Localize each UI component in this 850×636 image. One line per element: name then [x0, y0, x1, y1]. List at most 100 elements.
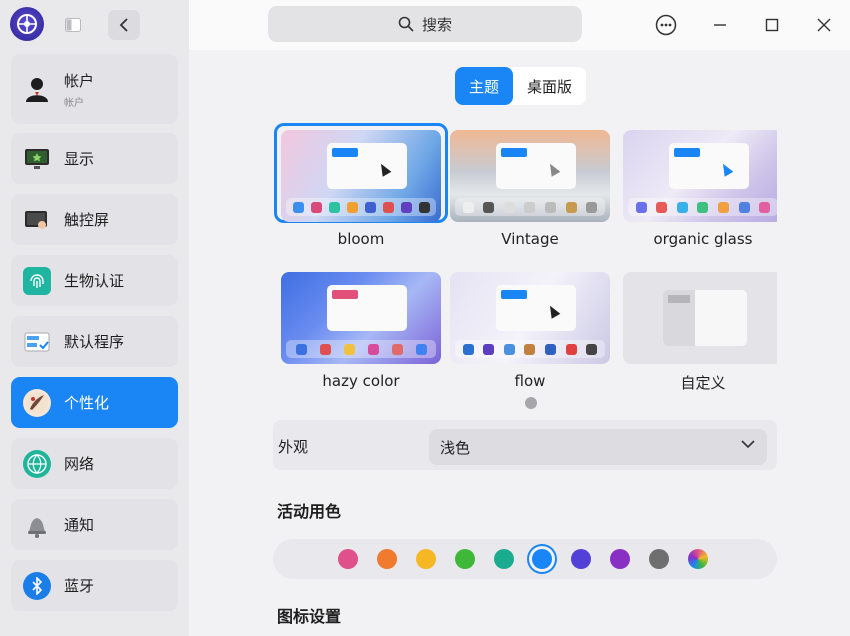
- default-apps-icon: [23, 328, 51, 356]
- sidebar-nav: 帐户 帐户 显示 触控屏 生物认证 默认程序 个性化 网络 通知 蓝牙: [11, 54, 178, 621]
- preview-window: [663, 290, 747, 346]
- preview-window: [669, 143, 749, 189]
- accent-swatch-green[interactable]: [455, 549, 475, 569]
- close-icon: [817, 18, 831, 32]
- sidebar-item-account[interactable]: 帐户 帐户: [11, 54, 178, 124]
- more-options-button[interactable]: [652, 11, 680, 39]
- display-icon: [23, 145, 51, 173]
- search-input[interactable]: 搜索: [268, 6, 582, 42]
- chevron-down-icon: [741, 440, 755, 449]
- sidebar-item-display[interactable]: 显示: [11, 133, 178, 184]
- back-button[interactable]: [108, 10, 140, 40]
- icon-settings-title: 图标设置: [277, 607, 342, 626]
- theme-thumbnail: [281, 130, 441, 222]
- preview-dock: [455, 340, 605, 358]
- theme-card-bloom[interactable]: bloom: [274, 123, 448, 248]
- accent-color-title: 活动用色: [277, 502, 342, 521]
- theme-card-custom[interactable]: 自定义: [619, 268, 777, 392]
- preview-dock: [286, 198, 436, 216]
- sidebar-toggle-icon[interactable]: [62, 14, 84, 36]
- appearance-select[interactable]: 浅色: [429, 429, 767, 465]
- close-button[interactable]: [810, 11, 838, 39]
- control-center-logo-icon: [10, 7, 44, 41]
- sidebar-item-notifications[interactable]: 通知: [11, 499, 178, 550]
- theme-card-flow[interactable]: flow: [446, 268, 614, 390]
- sidebar-item-biometrics[interactable]: 生物认证: [11, 255, 178, 306]
- theme-thumbnail: [281, 272, 441, 364]
- theme-thumbnail: [450, 272, 610, 364]
- titlebar: 搜索: [189, 0, 850, 50]
- theme-thumbnail: [623, 130, 777, 222]
- personalization-icon: [23, 388, 51, 417]
- theme-card-hazy-color[interactable]: hazy color: [277, 268, 445, 390]
- personalization-panel: 主题 桌面版 bloom Vintage organic glass hazy …: [189, 50, 850, 636]
- maximize-icon: [765, 18, 779, 32]
- accent-swatch-yellow[interactable]: [416, 549, 436, 569]
- theme-name: hazy color: [322, 372, 400, 390]
- appearance-label: 外观: [278, 438, 309, 456]
- preview-window: [496, 143, 576, 189]
- theme-card-organic-glass[interactable]: organic glass: [619, 126, 777, 248]
- accent-color-picker: [273, 539, 777, 579]
- sidebar-item-label: 触控屏: [64, 211, 110, 229]
- sidebar-item-sublabel: 帐户: [64, 97, 84, 109]
- search-icon: [398, 16, 414, 32]
- theme-name: flow: [514, 372, 546, 390]
- sidebar-item-bluetooth[interactable]: 蓝牙: [11, 560, 178, 611]
- tab-desktop[interactable]: 桌面版: [513, 67, 586, 105]
- sidebar-item-label: 默认程序: [64, 333, 125, 351]
- touchscreen-icon: [23, 206, 51, 234]
- preview-dock: [286, 340, 436, 358]
- minimize-button[interactable]: [706, 11, 734, 39]
- search-placeholder: 搜索: [421, 15, 452, 34]
- appearance-row: 外观 浅色: [273, 420, 777, 470]
- accent-swatch-gray[interactable]: [649, 549, 669, 569]
- theme-thumbnail: [623, 272, 777, 364]
- sidebar-item-label: 个性化: [64, 394, 110, 412]
- bluetooth-icon: [23, 571, 51, 600]
- sidebar: 帐户 帐户 显示 触控屏 生物认证 默认程序 个性化 网络 通知 蓝牙: [0, 0, 189, 636]
- sidebar-item-label: 网络: [64, 455, 95, 473]
- page-indicator-dot[interactable]: [525, 397, 537, 409]
- sidebar-item-touchscreen[interactable]: 触控屏: [11, 194, 178, 245]
- theme-thumbnail: [450, 130, 610, 222]
- bell-icon: [23, 511, 51, 539]
- tab-theme[interactable]: 主题: [455, 67, 514, 105]
- sidebar-item-label: 生物认证: [64, 272, 125, 290]
- accent-swatch-purple[interactable]: [610, 549, 630, 569]
- fingerprint-icon: [23, 266, 51, 295]
- accent-swatch-blue[interactable]: [532, 549, 552, 569]
- preview-window: [327, 285, 407, 331]
- accent-swatch-indigo[interactable]: [571, 549, 591, 569]
- appearance-value: 浅色: [440, 438, 471, 457]
- theme-name: organic glass: [653, 230, 753, 248]
- sidebar-item-default-apps[interactable]: 默认程序: [11, 316, 178, 367]
- user-account-icon: [23, 75, 51, 103]
- theme-name: bloom: [337, 230, 385, 248]
- minimize-icon: [714, 24, 726, 26]
- sidebar-header: [0, 0, 189, 50]
- preview-window: [327, 143, 407, 189]
- sidebar-item-personalization[interactable]: 个性化: [11, 377, 178, 428]
- theme-grid: bloom Vintage organic glass hazy color f…: [273, 122, 777, 392]
- sidebar-item-label: 通知: [64, 516, 95, 534]
- theme-name: Vintage: [501, 230, 559, 248]
- theme-tabs: 主题 桌面版: [455, 67, 587, 105]
- accent-swatch-custom[interactable]: [688, 549, 708, 569]
- sidebar-item-label: 帐户: [64, 71, 95, 90]
- sidebar-item-label: 显示: [64, 150, 95, 168]
- theme-card-vintage[interactable]: Vintage: [446, 126, 614, 248]
- preview-window: [496, 285, 576, 331]
- preview-dock: [455, 198, 605, 216]
- accent-swatch-teal[interactable]: [494, 549, 514, 569]
- sidebar-item-label: 蓝牙: [64, 577, 95, 595]
- more-icon: [655, 14, 677, 36]
- maximize-button[interactable]: [758, 11, 786, 39]
- accent-swatch-orange[interactable]: [377, 549, 397, 569]
- network-icon: [23, 449, 51, 478]
- theme-name: 自定义: [680, 374, 726, 392]
- sidebar-item-network[interactable]: 网络: [11, 438, 178, 489]
- accent-swatch-pink[interactable]: [338, 549, 358, 569]
- preview-dock: [628, 198, 777, 216]
- chevron-left-icon: [119, 18, 128, 32]
